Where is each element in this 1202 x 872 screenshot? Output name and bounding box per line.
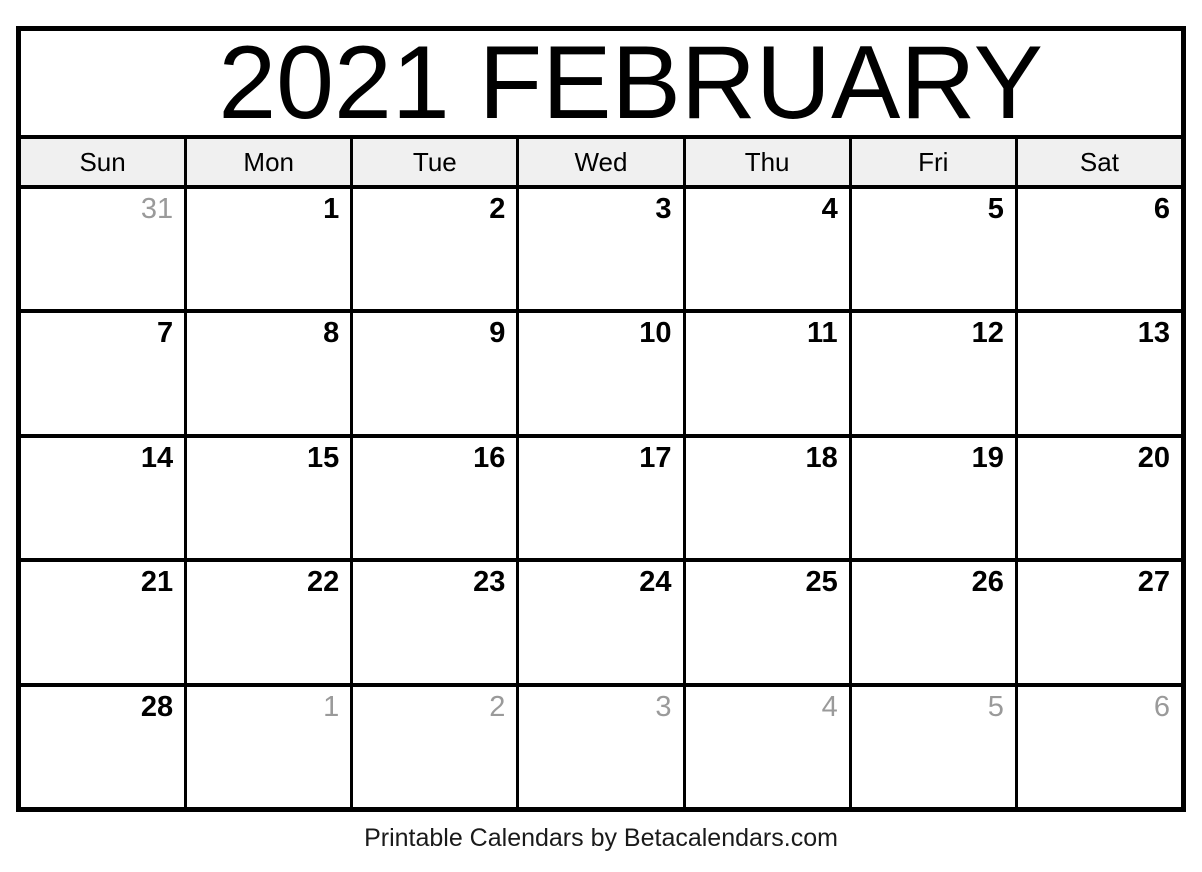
week-row: 7 8 9 10 11 12 13 [21, 313, 1181, 438]
weekday-header-sun: Sun [21, 139, 188, 185]
day-number: 21 [140, 566, 174, 599]
calendar-grid: 2021 FEBRUARY Sun Mon Tue Wed Thu Fri Sat 31 1 2… [16, 26, 1186, 812]
day-cell[interactable]: 25 [685, 562, 852, 683]
day-number: 9 [489, 317, 506, 350]
day-cell[interactable]: 12 [851, 313, 1018, 434]
day-cell[interactable]: 24 [519, 562, 686, 683]
day-cell[interactable]: 9 [353, 313, 520, 434]
day-number: 13 [1137, 317, 1170, 350]
weekday-header-sat: Sat [1017, 139, 1181, 185]
day-cell[interactable]: 6 [1017, 189, 1181, 310]
day-number: 19 [971, 441, 1004, 474]
day-number: 10 [639, 317, 672, 350]
day-cell[interactable]: 3 [519, 189, 686, 310]
day-cell[interactable]: 11 [685, 313, 852, 434]
day-cell-adjacent-month[interactable]: 3 [519, 686, 686, 808]
day-number: 8 [323, 317, 340, 350]
day-cell-adjacent-month[interactable]: 5 [851, 686, 1018, 808]
day-cell-adjacent-month[interactable]: 2 [353, 686, 520, 808]
calendar-weeks: 31 1 2 3 4 5 6 7 8 9 10 11 12 13 14 15 16 17 18 19 20 21 22 23 2… [21, 189, 1181, 808]
week-row: 28 1 2 3 4 5 6 [21, 686, 1181, 808]
weekday-header-fri: Fri [851, 139, 1018, 185]
day-cell[interactable]: 8 [187, 313, 354, 434]
day-number: 18 [805, 441, 838, 474]
day-cell[interactable]: 18 [685, 437, 852, 559]
day-cell-adjacent-month[interactable]: 31 [21, 189, 188, 310]
day-number: 3 [655, 193, 672, 225]
day-cell[interactable]: 23 [353, 562, 520, 683]
day-cell-adjacent-month[interactable]: 6 [1017, 686, 1181, 808]
day-cell[interactable]: 27 [1017, 562, 1181, 683]
day-number: 15 [307, 441, 340, 474]
day-number: 12 [971, 317, 1004, 350]
day-number: 27 [1137, 566, 1170, 599]
day-cell[interactable]: 16 [353, 437, 520, 559]
day-number: 1 [323, 690, 340, 723]
day-cell[interactable]: 14 [21, 437, 188, 559]
day-number: 26 [971, 566, 1004, 599]
day-cell[interactable]: 17 [519, 437, 686, 559]
day-number: 14 [140, 441, 174, 474]
day-cell[interactable]: 21 [21, 562, 188, 683]
day-number: 1 [323, 193, 340, 225]
day-number: 28 [140, 690, 174, 723]
day-number: 25 [805, 566, 838, 599]
day-number: 2 [489, 690, 506, 723]
day-number: 4 [821, 690, 838, 723]
weekday-header-mon: Mon [187, 139, 354, 185]
weekday-header-wed: Wed [519, 139, 686, 185]
week-row: 21 22 23 24 25 26 27 [21, 562, 1181, 687]
day-cell[interactable]: 28 [21, 686, 188, 808]
weekday-header-thu: Thu [685, 139, 852, 185]
day-cell[interactable]: 7 [21, 313, 188, 434]
day-cell[interactable]: 13 [1017, 313, 1181, 434]
day-cell[interactable]: 19 [851, 437, 1018, 559]
day-number: 22 [307, 566, 340, 599]
week-row: 31 1 2 3 4 5 6 [21, 189, 1181, 314]
day-number: 5 [987, 193, 1004, 225]
day-number: 20 [1137, 441, 1170, 474]
day-cell-adjacent-month[interactable]: 4 [685, 686, 852, 808]
day-number: 6 [1153, 690, 1170, 723]
day-number: 23 [473, 566, 506, 599]
day-cell[interactable]: 2 [353, 189, 520, 310]
day-cell[interactable]: 5 [851, 189, 1018, 310]
day-cell[interactable]: 1 [187, 189, 354, 310]
day-number: 17 [639, 441, 672, 474]
weekday-header-row: Sun Mon Tue Wed Thu Fri Sat [21, 139, 1181, 189]
day-cell[interactable]: 4 [685, 189, 852, 310]
day-cell[interactable]: 26 [851, 562, 1018, 683]
day-number: 11 [807, 317, 838, 350]
weekday-header-tue: Tue [353, 139, 520, 185]
day-number: 24 [639, 566, 672, 599]
day-number: 4 [821, 193, 838, 225]
day-number: 16 [473, 441, 506, 474]
day-cell[interactable]: 20 [1017, 437, 1181, 559]
page-title: 2021 FEBRUARY [218, 31, 1043, 139]
footer-credit: Printable Calendars by Betacalendars.com [364, 824, 838, 852]
calendar-title-row: 2021 FEBRUARY [21, 31, 1181, 139]
day-cell[interactable]: 10 [519, 313, 686, 434]
day-number: 5 [987, 690, 1004, 723]
day-number: 2 [489, 193, 506, 225]
day-cell[interactable]: 15 [187, 437, 354, 559]
week-row: 14 15 16 17 18 19 20 [21, 437, 1181, 563]
day-number: 7 [157, 317, 174, 350]
calendar-page: 2021 FEBRUARY Sun Mon Tue Wed Thu Fri Sat 31 1 2… [0, 0, 1202, 872]
day-cell-adjacent-month[interactable]: 1 [187, 686, 354, 808]
day-number: 31 [140, 193, 174, 225]
day-number: 6 [1153, 193, 1170, 225]
day-cell[interactable]: 22 [187, 562, 354, 683]
day-number: 3 [655, 690, 672, 723]
